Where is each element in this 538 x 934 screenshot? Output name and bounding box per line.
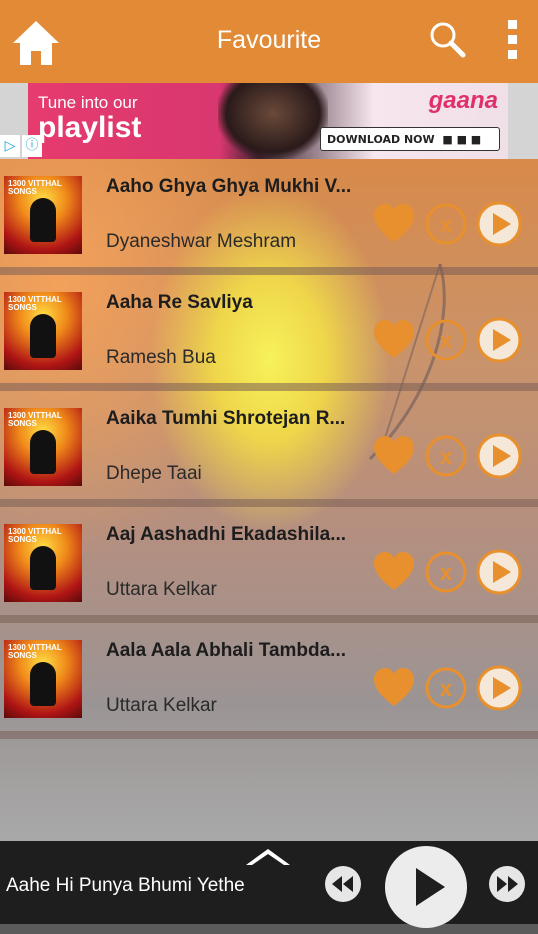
thumbnail-caption: 1300 VITTHAL SONGS: [8, 643, 62, 660]
ad-area: Tune into our playlist gaana DOWNLOAD NO…: [0, 83, 538, 159]
album-thumbnail: 1300 VITTHAL SONGS: [4, 292, 82, 370]
song-artist: Ramesh Bua: [106, 347, 216, 368]
ad-headline: playlist: [38, 111, 142, 144]
thumbnail-caption: 1300 VITTHAL SONGS: [8, 295, 62, 312]
song-title: Aala Aala Abhali Tambda...: [106, 640, 347, 661]
row-divider: [0, 383, 538, 391]
album-thumbnail: 1300 VITTHAL SONGS: [4, 176, 82, 254]
vitthal-figure: [30, 546, 56, 590]
search-icon[interactable]: [428, 20, 466, 58]
song-artist: Uttara Kelkar: [106, 579, 217, 600]
song-artist: Uttara Kelkar: [106, 695, 217, 716]
album-thumbnail: 1300 VITTHAL SONGS: [4, 640, 82, 718]
heart-icon[interactable]: [372, 666, 416, 710]
remove-circle-icon[interactable]: x: [424, 550, 468, 594]
heart-icon[interactable]: [372, 318, 416, 362]
song-title: Aaho Ghya Ghya Mukhi V...: [106, 176, 352, 197]
play-circle-icon[interactable]: [476, 201, 522, 247]
ad-artist-image: [218, 83, 328, 159]
thumbnail-caption: 1300 VITTHAL SONGS: [8, 179, 62, 196]
now-playing-title: Aahe Hi Punya Bhumi Yethe: [6, 875, 245, 896]
ad-brand-logo: gaana: [428, 87, 498, 114]
ad-tagline: Tune into our: [38, 93, 138, 112]
row-divider: [0, 615, 538, 623]
row-divider: [0, 731, 538, 739]
song-row[interactable]: 1300 VITTHAL SONGS Aaho Ghya Ghya Mukhi …: [0, 159, 538, 275]
vitthal-figure: [30, 314, 56, 358]
app-header: Favourite: [0, 0, 538, 83]
thumbnail-caption: 1300 VITTHAL SONGS: [8, 411, 62, 428]
row-divider: [0, 267, 538, 275]
play-circle-icon[interactable]: [476, 665, 522, 711]
play-circle-icon[interactable]: [476, 549, 522, 595]
svg-text:x: x: [440, 328, 453, 353]
vitthal-figure: [30, 198, 56, 242]
song-artist: Dhepe Taai: [106, 463, 202, 484]
heart-icon[interactable]: [372, 550, 416, 594]
song-title: Aaha Re Savliya: [106, 292, 253, 313]
chevron-up-icon[interactable]: [244, 845, 292, 867]
thumbnail-caption: 1300 VITTHAL SONGS: [8, 527, 62, 544]
remove-circle-icon[interactable]: x: [424, 318, 468, 362]
vitthal-figure: [30, 662, 56, 706]
mini-player: Aahe Hi Punya Bhumi Yethe: [0, 841, 538, 928]
ad-cta-label: DOWNLOAD NOW: [327, 132, 435, 146]
ad-download-button[interactable]: DOWNLOAD NOW ■ ■ ■: [320, 127, 500, 151]
song-title: Aaj Aashadhi Ekadashila...: [106, 524, 347, 545]
store-icons: ■ ■ ■: [442, 132, 482, 146]
info-icon[interactable]: ⓘ: [22, 135, 42, 157]
heart-icon[interactable]: [372, 202, 416, 246]
song-title: Aaika Tumhi Shrotejan R...: [106, 408, 346, 429]
svg-text:x: x: [440, 212, 453, 237]
song-artist: Dyaneshwar Meshram: [106, 231, 297, 252]
remove-circle-icon[interactable]: x: [424, 434, 468, 478]
play-icon[interactable]: [383, 844, 469, 930]
favourite-list: 1300 VITTHAL SONGS Aaho Ghya Ghya Mukhi …: [0, 159, 538, 841]
play-circle-icon[interactable]: [476, 317, 522, 363]
album-thumbnail: 1300 VITTHAL SONGS: [4, 408, 82, 486]
row-divider: [0, 499, 538, 507]
song-row[interactable]: 1300 VITTHAL SONGS Aaika Tumhi Shrotejan…: [0, 391, 538, 507]
play-circle-icon[interactable]: [476, 433, 522, 479]
svg-text:x: x: [440, 444, 453, 469]
album-thumbnail: 1300 VITTHAL SONGS: [4, 524, 82, 602]
rewind-icon[interactable]: [324, 865, 362, 903]
remove-circle-icon[interactable]: x: [424, 202, 468, 246]
fast-forward-icon[interactable]: [488, 865, 526, 903]
svg-text:x: x: [440, 676, 453, 701]
more-vertical-icon[interactable]: [502, 18, 522, 60]
song-row[interactable]: 1300 VITTHAL SONGS Aala Aala Abhali Tamb…: [0, 623, 538, 739]
song-row[interactable]: 1300 VITTHAL SONGS Aaha Re Savliya Rames…: [0, 275, 538, 391]
song-row[interactable]: 1300 VITTHAL SONGS Aaj Aashadhi Ekadashi…: [0, 507, 538, 623]
svg-text:x: x: [440, 560, 453, 585]
heart-icon[interactable]: [372, 434, 416, 478]
remove-circle-icon[interactable]: x: [424, 666, 468, 710]
close-icon[interactable]: ▷: [0, 135, 20, 157]
ad-banner[interactable]: Tune into our playlist gaana DOWNLOAD NO…: [28, 83, 508, 159]
vitthal-figure: [30, 430, 56, 474]
